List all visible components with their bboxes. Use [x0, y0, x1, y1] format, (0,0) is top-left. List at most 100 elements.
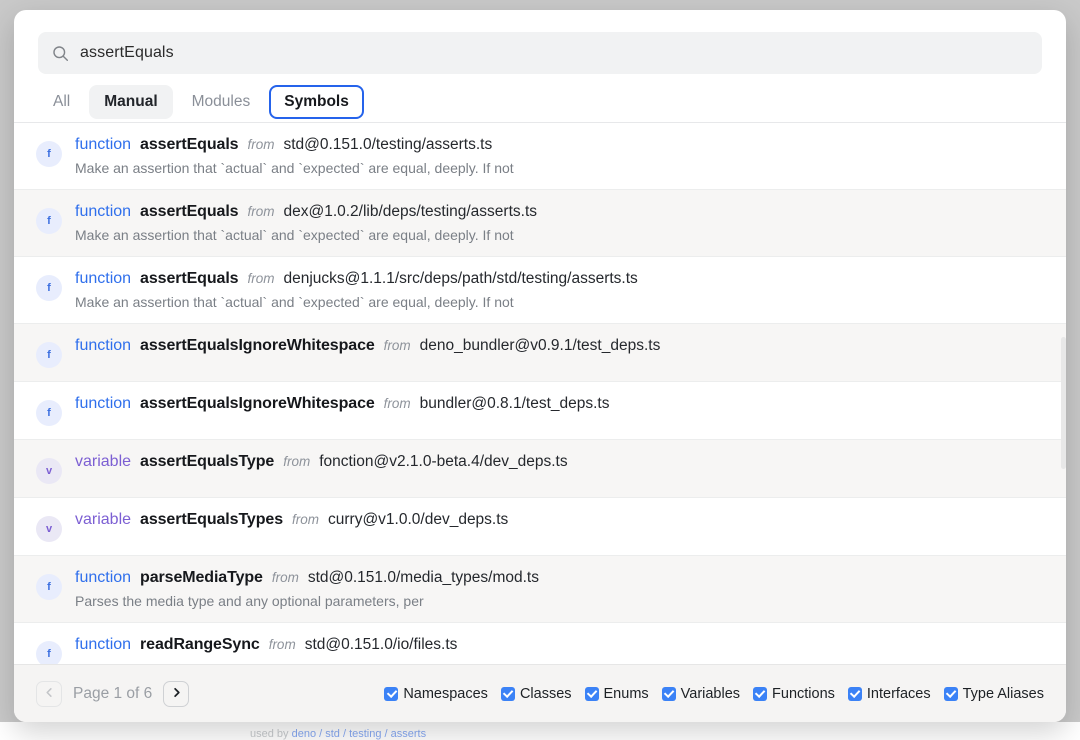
- result-kind-label: function: [75, 203, 131, 221]
- page-indicator: Page 1 of 6: [73, 685, 152, 703]
- tab-manual[interactable]: Manual: [89, 85, 172, 119]
- result-row-body: function assertEquals from denjucks@1.1.…: [75, 270, 1042, 310]
- checkbox-namespaces[interactable]: [384, 687, 398, 701]
- result-module-path: deno_bundler@v0.9.1/test_deps.ts: [420, 337, 661, 355]
- checkbox-functions[interactable]: [753, 687, 767, 701]
- next-page-button[interactable]: [163, 681, 189, 707]
- results-list: f function assertEquals from std@0.151.0…: [14, 123, 1066, 664]
- result-symbol-name: assertEqualsType: [140, 453, 274, 471]
- result-from-word: from: [247, 204, 274, 219]
- result-symbol-name: assertEqualsTypes: [140, 511, 283, 529]
- filter-label: Enums: [604, 686, 649, 702]
- result-row-body: function assertEqualsIgnoreWhitespace fr…: [75, 395, 1042, 413]
- result-symbol-name: assertEqualsIgnoreWhitespace: [140, 337, 375, 355]
- filter-variables[interactable]: Variables: [662, 686, 740, 702]
- result-row-body: function readRangeSync from std@0.151.0/…: [75, 636, 1042, 654]
- search-input[interactable]: assertEquals: [38, 32, 1042, 74]
- result-module-path: fonction@v2.1.0-beta.4/dev_deps.ts: [319, 453, 567, 471]
- result-module-path: denjucks@1.1.1/src/deps/path/std/testing…: [283, 270, 637, 288]
- tab-symbols[interactable]: Symbols: [269, 85, 364, 119]
- result-row-title: function assertEquals from denjucks@1.1.…: [75, 270, 1042, 288]
- result-row[interactable]: f function assertEqualsIgnoreWhitespace …: [14, 324, 1066, 382]
- result-kind-label: function: [75, 395, 131, 413]
- result-kind-label: function: [75, 636, 131, 654]
- result-row[interactable]: f function assertEquals from denjucks@1.…: [14, 257, 1066, 324]
- result-symbol-name: assertEquals: [140, 203, 238, 221]
- result-from-word: from: [283, 454, 310, 469]
- result-row-body: variable assertEqualsType from fonction@…: [75, 453, 1042, 471]
- symbol-kind-badge-function: f: [36, 641, 62, 664]
- result-description: Make an assertion that `actual` and `exp…: [75, 160, 1042, 176]
- result-module-path: std@0.151.0/testing/asserts.ts: [283, 136, 492, 154]
- result-description: Parses the media type and any optional p…: [75, 593, 1042, 609]
- bleed-text-pre: used by: [250, 728, 292, 740]
- symbol-kind-badge-function: f: [36, 141, 62, 167]
- results-scrollbar[interactable]: [1061, 337, 1066, 469]
- filter-type-aliases[interactable]: Type Aliases: [944, 686, 1044, 702]
- result-row[interactable]: f function readRangeSync from std@0.151.…: [14, 623, 1066, 664]
- result-row-body: variable assertEqualsTypes from curry@v1…: [75, 511, 1042, 529]
- filter-label: Type Aliases: [963, 686, 1044, 702]
- pagination: Page 1 of 6: [36, 681, 189, 707]
- filter-label: Variables: [681, 686, 740, 702]
- symbol-kind-badge-function: f: [36, 208, 62, 234]
- screen: used by deno / std / testing / asserts a…: [0, 0, 1080, 740]
- result-symbol-name: parseMediaType: [140, 569, 263, 587]
- symbol-kind-badge-variable: v: [36, 458, 62, 484]
- symbol-kind-badge-function: f: [36, 342, 62, 368]
- checkbox-classes[interactable]: [501, 687, 515, 701]
- result-module-path: std@0.151.0/io/files.ts: [305, 636, 458, 654]
- result-row[interactable]: v variable assertEqualsTypes from curry@…: [14, 498, 1066, 556]
- filter-functions[interactable]: Functions: [753, 686, 835, 702]
- result-row-title: function assertEqualsIgnoreWhitespace fr…: [75, 395, 1042, 413]
- result-row[interactable]: f function parseMediaType from std@0.151…: [14, 556, 1066, 623]
- filter-label: Functions: [772, 686, 835, 702]
- result-symbol-name: assertEqualsIgnoreWhitespace: [140, 395, 375, 413]
- result-row[interactable]: f function assertEquals from dex@1.0.2/l…: [14, 190, 1066, 257]
- symbol-kind-badge-function: f: [36, 574, 62, 600]
- result-row-title: variable assertEqualsType from fonction@…: [75, 453, 1042, 471]
- tab-modules[interactable]: Modules: [177, 85, 266, 119]
- result-row[interactable]: v variable assertEqualsType from fonctio…: [14, 440, 1066, 498]
- bleed-text-links: deno / std / testing / asserts: [292, 728, 427, 740]
- checkbox-interfaces[interactable]: [848, 687, 862, 701]
- filter-classes[interactable]: Classes: [501, 686, 572, 702]
- result-from-word: from: [272, 570, 299, 585]
- search-input-value: assertEquals: [80, 44, 174, 62]
- symbol-kind-badge-function: f: [36, 400, 62, 426]
- chevron-right-icon: [171, 686, 182, 701]
- tab-all[interactable]: All: [38, 85, 85, 119]
- checkbox-type-aliases[interactable]: [944, 687, 958, 701]
- chevron-left-icon: [44, 686, 55, 701]
- result-symbol-name: readRangeSync: [140, 636, 260, 654]
- previous-page-button[interactable]: [36, 681, 62, 707]
- filter-interfaces[interactable]: Interfaces: [848, 686, 931, 702]
- result-kind-label: function: [75, 136, 131, 154]
- result-description: Make an assertion that `actual` and `exp…: [75, 294, 1042, 310]
- filter-enums[interactable]: Enums: [585, 686, 649, 702]
- result-module-path: dex@1.0.2/lib/deps/testing/asserts.ts: [283, 203, 537, 221]
- result-from-word: from: [247, 137, 274, 152]
- filter-namespaces[interactable]: Namespaces: [384, 686, 488, 702]
- result-from-word: from: [269, 637, 296, 652]
- result-row[interactable]: f function assertEqualsIgnoreWhitespace …: [14, 382, 1066, 440]
- background-bleed-text: used by deno / std / testing / asserts: [250, 728, 426, 740]
- result-row-title: function parseMediaType from std@0.151.0…: [75, 569, 1042, 587]
- results-footer: Page 1 of 6 Namespaces Classes: [14, 664, 1066, 722]
- background-page-bleed: used by deno / std / testing / asserts: [0, 722, 1080, 740]
- symbol-kind-badge-variable: v: [36, 516, 62, 542]
- result-kind-label: function: [75, 337, 131, 355]
- result-row[interactable]: f function assertEquals from std@0.151.0…: [14, 123, 1066, 190]
- checkbox-enums[interactable]: [585, 687, 599, 701]
- checkbox-variables[interactable]: [662, 687, 676, 701]
- result-row-body: function assertEqualsIgnoreWhitespace fr…: [75, 337, 1042, 355]
- symbol-kind-badge-function: f: [36, 275, 62, 301]
- tab-bar: All Manual Modules Symbols: [14, 74, 1066, 122]
- result-kind-label: variable: [75, 453, 131, 471]
- filter-label: Namespaces: [403, 686, 488, 702]
- result-module-path: bundler@0.8.1/test_deps.ts: [420, 395, 610, 413]
- filter-checkbox-group: Namespaces Classes Enums Variables Funct…: [384, 686, 1044, 702]
- search-icon: [52, 45, 69, 62]
- filter-label: Interfaces: [867, 686, 931, 702]
- search-section: assertEquals: [14, 10, 1066, 74]
